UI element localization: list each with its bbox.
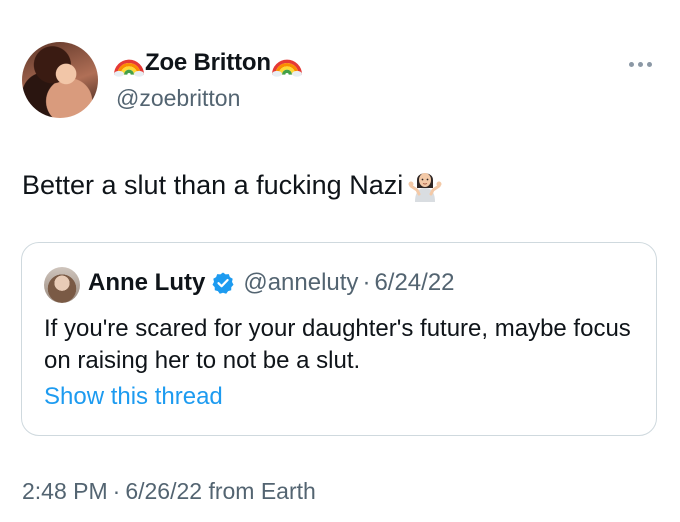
tweet-metadata: 2:48 PM · 6/26/22 from Earth xyxy=(22,478,316,505)
author-avatar[interactable] xyxy=(22,42,98,118)
author-name-row[interactable]: Zoe Britton xyxy=(114,48,302,78)
author-display-name[interactable]: Zoe Britton xyxy=(145,49,271,77)
dot-icon xyxy=(628,61,634,67)
meta-separator: · xyxy=(112,478,121,504)
author-handle[interactable]: @zoebritton xyxy=(116,85,240,112)
show-thread-link[interactable]: Show this thread xyxy=(44,383,223,411)
quoted-author-avatar[interactable] xyxy=(44,267,80,303)
person-shrugging-icon xyxy=(408,173,442,202)
quoted-tweet-text: If you're scared for your daughter's fut… xyxy=(44,315,631,374)
quoted-author-handle[interactable]: @anneluty xyxy=(243,269,358,297)
more-options-icon[interactable] xyxy=(620,52,660,76)
tweet-card: Zoe Britton @zoebritton Better a slut th… xyxy=(0,0,680,522)
header-separator: · xyxy=(362,269,371,296)
dot-icon xyxy=(637,61,643,67)
rainbow-icon xyxy=(271,59,302,77)
quoted-tweet-header: Anne Luty @anneluty · 6/24/22 xyxy=(88,269,455,297)
quoted-tweet[interactable]: Anne Luty @anneluty · 6/24/22 If you're … xyxy=(21,242,657,436)
dot-icon xyxy=(646,61,652,67)
tweet-text: Better a slut than a fucking Nazi xyxy=(22,170,404,200)
tweet-time[interactable]: 2:48 PM xyxy=(22,478,108,504)
verified-badge-icon xyxy=(212,272,234,294)
rainbow-icon xyxy=(114,59,144,77)
quoted-author-name[interactable]: Anne Luty xyxy=(88,269,205,297)
quoted-tweet-date[interactable]: 6/24/22 xyxy=(374,269,454,297)
tweet-body: Better a slut than a fucking Nazi xyxy=(22,166,443,203)
tweet-date-source[interactable]: 6/26/22 from Earth xyxy=(125,478,316,504)
